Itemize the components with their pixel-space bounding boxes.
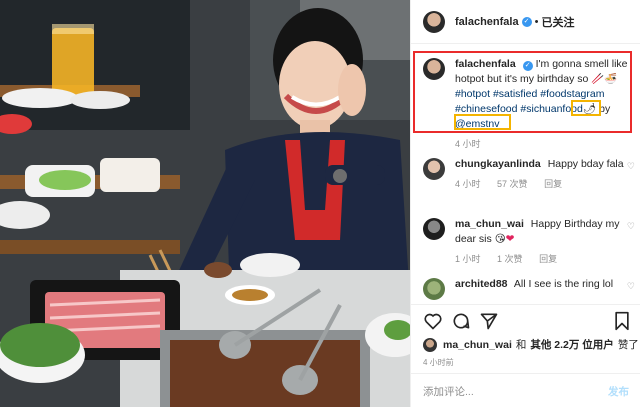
comment-meta: 4 小时 57 次赞 回复 — [455, 177, 633, 192]
post-photo[interactable] — [0, 0, 410, 407]
comment-username[interactable]: archited88 — [455, 278, 508, 290]
caption-time: 4 小时 — [455, 139, 481, 149]
comment-item: ma_chun_wai Happy Birthday my dear sis 😘… — [423, 217, 635, 267]
likes-suffix: 赞了 — [617, 339, 639, 351]
comment-meta: 1 小时 1 次赞 回复 — [455, 252, 633, 267]
add-comment-bar: 添加评论... 发布 — [411, 373, 640, 408]
comment-icon[interactable] — [451, 311, 471, 331]
emoji-highlight-box — [571, 100, 601, 116]
post-header: falachenfala ✓ • 已关注 — [411, 0, 640, 44]
bookmark-icon[interactable] — [613, 311, 631, 331]
mention-highlight-box — [454, 114, 511, 130]
comment-item: chungkayanlinda Happy bday fala 4 小时 57 … — [423, 157, 635, 192]
share-icon[interactable] — [479, 311, 499, 331]
comment-like-heart-icon[interactable]: ♡ — [627, 281, 635, 292]
comment-username[interactable]: ma_chun_wai — [455, 218, 524, 230]
instagram-post: falachenfala ✓ • 已关注 falachenfala ✓ I'm g… — [0, 0, 640, 407]
comment-time: 4 小时 — [455, 179, 481, 189]
hotpot-photo-illustration — [0, 0, 410, 407]
comment-input[interactable]: 添加评论... — [423, 384, 474, 399]
caption-highlight-box — [413, 51, 632, 133]
caption-meta: 4 小时 — [455, 137, 633, 152]
follow-status-button[interactable]: 已关注 — [541, 14, 574, 30]
header-separator: • — [534, 15, 539, 28]
comment-body: ma_chun_wai Happy Birthday my dear sis 😘… — [455, 217, 633, 267]
commenter-avatar[interactable] — [423, 158, 445, 180]
comment-body: chungkayanlinda Happy bday fala 4 小时 57 … — [455, 157, 633, 192]
comment-like-heart-icon[interactable]: ♡ — [627, 221, 635, 232]
grinning-emoji-icon: 😘 — [494, 233, 506, 245]
red-heart-emoji-icon: ❤ — [505, 233, 515, 245]
comment-reply-button[interactable]: 回复 — [544, 179, 562, 189]
liker-avatar[interactable] — [423, 337, 437, 352]
commenter-avatar[interactable] — [423, 278, 445, 300]
comment-text: Happy bday fala — [547, 158, 624, 170]
comment-username[interactable]: chungkayanlinda — [455, 158, 541, 170]
likes-conjunction: 和 — [515, 339, 527, 351]
action-icons-bar — [423, 311, 631, 333]
post-timestamp[interactable]: 4 小时前 — [423, 357, 454, 368]
comment-time: 1 小时 — [455, 254, 481, 264]
author-username[interactable]: falachenfala — [455, 16, 519, 28]
comment-reply-button[interactable]: 回复 — [539, 254, 557, 264]
verified-badge-icon: ✓ — [521, 16, 532, 27]
heart-icon[interactable] — [423, 311, 443, 331]
comment-likes[interactable]: 1 次赞 — [497, 254, 523, 264]
commenter-avatar[interactable] — [423, 218, 445, 240]
post-comment-button[interactable]: 发布 — [608, 384, 629, 399]
author-avatar[interactable] — [423, 10, 445, 33]
comment-text: All I see is the ring lol — [513, 278, 614, 290]
comment-item: archited88 All I see is the ring lol ♡ — [423, 277, 635, 300]
comment-like-heart-icon[interactable]: ♡ — [627, 161, 635, 172]
comment-likes[interactable]: 57 次赞 — [497, 179, 528, 189]
post-actions: ma_chun_wai 和 其他 2.2万 位用户 赞了 4 小时前 添加评论.… — [411, 304, 640, 407]
likes-others-link[interactable]: 其他 2.2万 位用户 — [530, 337, 613, 352]
comment-body: archited88 All I see is the ring lol — [455, 277, 633, 300]
liker-username[interactable]: ma_chun_wai — [443, 339, 512, 351]
liked-by-summary: ma_chun_wai 和 其他 2.2万 位用户 赞了 — [423, 337, 639, 352]
